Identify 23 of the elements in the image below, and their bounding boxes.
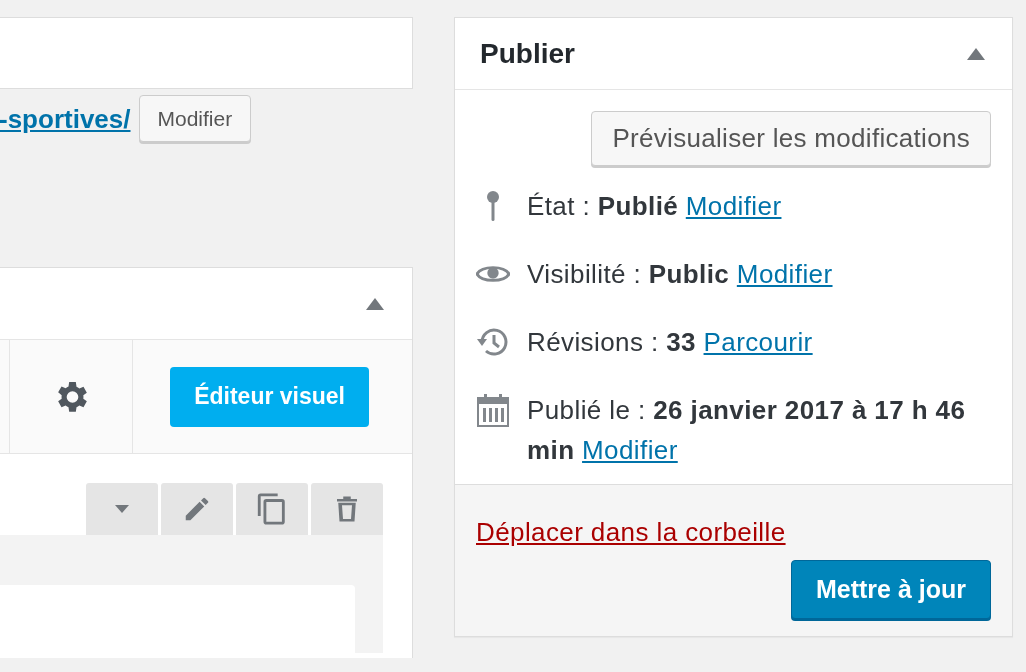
- delete-button[interactable]: [311, 483, 383, 535]
- info-text: État : Publié Modifier: [527, 190, 783, 223]
- modify-link[interactable]: Modifier: [685, 191, 782, 221]
- edit-permalink-button[interactable]: Modifier: [138, 95, 252, 142]
- preview-button[interactable]: Prévisualiser les modifications: [591, 111, 991, 166]
- collapse-icon[interactable]: [366, 297, 384, 310]
- caret-icon: [115, 505, 129, 513]
- panel-title: Publier: [480, 37, 575, 70]
- info-text: Publié le : 26 janvier 2017 à 17 h 46 min Modifier: [527, 394, 967, 467]
- title-field[interactable]: [0, 17, 413, 89]
- modify-link[interactable]: Modifier: [736, 259, 833, 289]
- update-button[interactable]: Mettre à jour: [790, 560, 991, 619]
- pin-icon: [485, 190, 501, 222]
- modify-link[interactable]: Modifier: [582, 435, 678, 465]
- permalink-link[interactable]: -sportives/: [0, 104, 131, 135]
- collapse-icon[interactable]: [967, 47, 985, 60]
- info-text: Révisions : 33 Parcourir: [527, 326, 814, 359]
- edit-button[interactable]: [161, 483, 233, 535]
- info-text: Visibilité : Public Modifier: [527, 258, 834, 291]
- calendar-icon: [477, 393, 509, 427]
- modify-link[interactable]: Parcourir: [703, 327, 813, 357]
- trash-link[interactable]: Déplacer dans la corbeille: [476, 517, 786, 547]
- duplicate-button[interactable]: [236, 483, 308, 535]
